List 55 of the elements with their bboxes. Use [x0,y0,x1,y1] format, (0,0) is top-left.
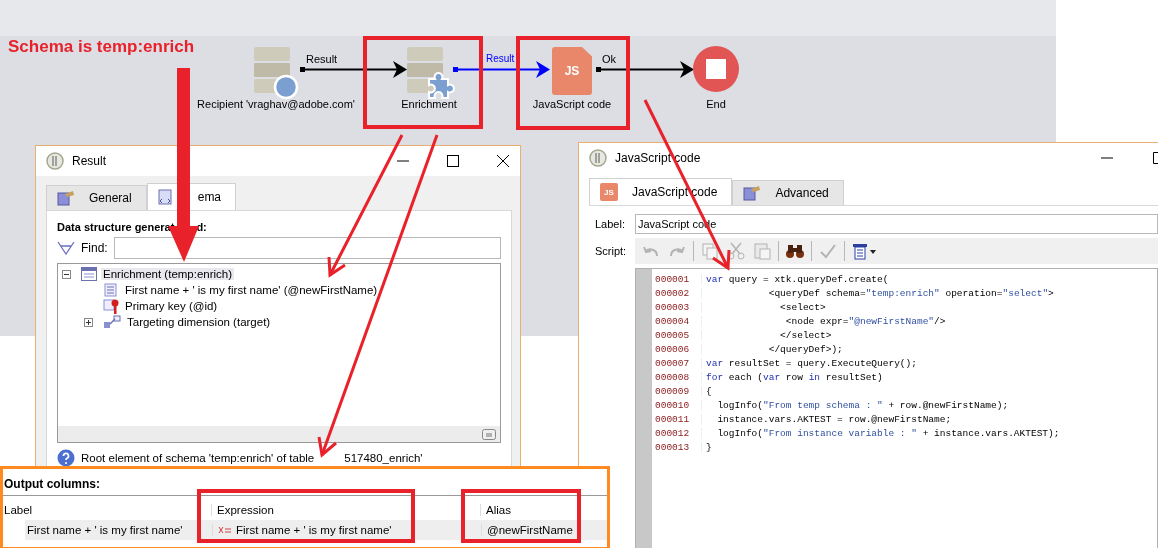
transition-label: Ok [602,53,617,65]
tree-item[interactable]: Primary key (@id) [123,300,220,312]
table-cell: First name + ' is my first name' [236,524,392,536]
code-line: </select> [779,329,832,341]
code-line: logInfo("From instance variable : " + instance.vars.AKTEST); [716,427,1060,439]
line-number: 000008 [655,371,702,383]
tree-item[interactable]: Enrichment (temp:enrich) [101,268,235,280]
activity-label: JavaScript code [532,98,612,110]
line-number: 000001 [655,273,702,285]
tab[interactable]: Advanced [732,180,844,205]
line-number: 000009 [655,385,702,397]
code-line: var resultSet = query.ExecuteQuery(); [705,357,917,369]
find-label: Find: [81,241,108,255]
column-header[interactable]: Label [3,504,211,516]
activity-label: Recipient 'vraghav@adobe.com' [197,98,355,110]
line-number: 000011 [655,413,702,425]
status-text: 517480_enrich' [344,452,423,464]
activity-label: End [706,98,726,110]
tree-item[interactable]: First name + ' is my first name' (@newFirstName) [123,284,380,296]
tab[interactable]: JS JavaScript code [589,178,733,205]
line-number: 000010 [655,399,702,411]
tree-item[interactable]: Targeting dimension (target) [125,316,273,328]
window-title: Result [72,154,106,168]
transition-label: Result [486,53,515,64]
status-text: Root element of schema 'temp:enrich' of table [81,452,315,464]
code-line: logInfo("From temp schema : " + row.@newFirstName); [716,399,1009,411]
code-line: for each (var row in resultSet) [705,371,883,383]
code-line: </queryDef>); [767,343,843,355]
code-line: <queryDef schema="temp:enrich" operation="select"> [767,287,1054,299]
transition-label: Result [306,53,338,65]
line-number: 000012 [655,427,702,439]
line-number: 000003 [655,301,702,313]
code-line: } [705,441,712,453]
line-number: 000013 [655,441,702,453]
tab[interactable]: General [46,185,147,210]
line-number: 000006 [655,343,702,355]
column-header[interactable]: Alias [480,504,511,516]
label-caption: Label: [595,218,626,230]
line-number: 000004 [655,315,702,327]
table-cell: First name + ' is my first name' [27,524,183,536]
window-title: JavaScript code [615,151,701,165]
line-number: 000007 [655,357,702,369]
code-line: { [705,385,712,397]
code-line: var query = xtk.queryDef.create( [705,273,889,285]
column-header[interactable]: Expression [211,504,480,516]
script-caption: Script: [595,245,628,257]
annotation-caption: Schema is temp:enrich [8,37,195,57]
code-line: instance.vars.AKTEST = row.@newFirstName; [716,413,952,425]
table-cell: @newFirstName [487,524,573,536]
section-heading: Output columns: [3,469,607,496]
line-number: 000002 [655,287,702,299]
code-line: <node expr="@newFirstName"/> [784,315,946,327]
activity-label: Enrichment [401,98,457,110]
line-number: 000005 [655,329,702,341]
code-line: <select> [779,301,826,313]
